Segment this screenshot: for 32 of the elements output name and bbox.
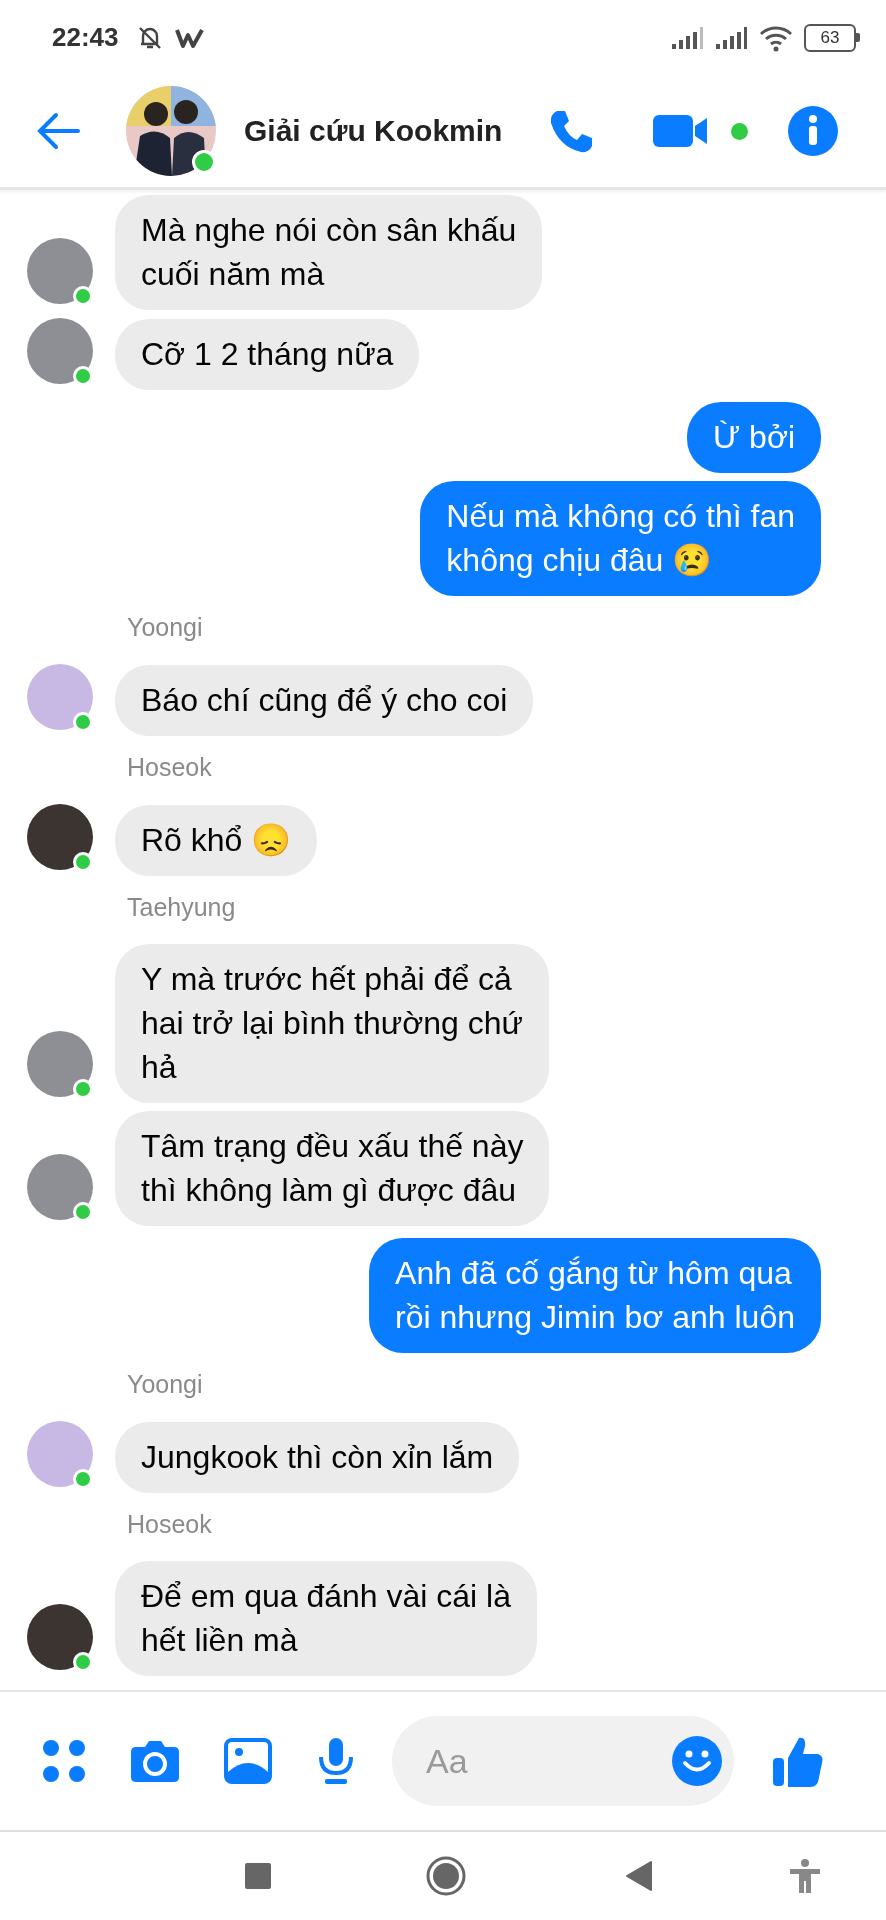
sender-name: Taehyung xyxy=(127,892,237,923)
camera-icon[interactable] xyxy=(130,1739,180,1783)
info-icon[interactable] xyxy=(788,106,838,156)
sender-name: Hoseok xyxy=(127,1509,213,1540)
message-bubble[interactable]: Cỡ 1 2 tháng nữa xyxy=(115,319,420,390)
sender-name: Hoseok xyxy=(127,752,213,783)
message-bubble[interactable]: Anh đã cố gắng từ hôm qua rồi nhưng Jimin bơ anh luôn xyxy=(369,1238,821,1353)
message-bubble[interactable]: Jungkook thì còn xỉn lắm xyxy=(115,1422,520,1493)
menu-dots-icon[interactable] xyxy=(42,1739,86,1783)
message-bubble[interactable]: Tâm trạng đều xấu thế này thì không làm gì được đâu xyxy=(115,1111,550,1226)
back-arrow-icon[interactable] xyxy=(36,111,80,151)
message-bubble[interactable]: Ừ bởi xyxy=(686,402,821,473)
message-field[interactable]: Aa xyxy=(392,1716,734,1806)
message-bubble[interactable]: Để em qua đánh vài cái là hết liền mà xyxy=(115,1561,537,1676)
accessibility-icon[interactable] xyxy=(790,1859,820,1893)
message-bubble[interactable]: Nếu mà không có thì fan không chịu đâu 😢 xyxy=(420,481,821,596)
message-bubble[interactable]: Rõ khổ 😞 xyxy=(115,805,318,876)
message-bubble[interactable]: Mà nghe nói còn sân khấu cuối năm mà xyxy=(115,195,543,310)
online-dot xyxy=(731,122,748,140)
sender-name: Yoongi xyxy=(127,612,204,643)
chat-title[interactable]: Giải cứu Kookmin xyxy=(244,114,503,148)
message-bubble[interactable]: Y mà trước hết phải để cả hai trở lại bình thường chứ hả xyxy=(115,944,549,1103)
microphone-icon[interactable] xyxy=(316,1737,356,1785)
sender-name: Yoongi xyxy=(127,1369,204,1400)
emoji-icon[interactable] xyxy=(672,1736,722,1786)
message-bubble[interactable]: Báo chí cũng để ý cho coi xyxy=(115,665,534,736)
image-icon[interactable] xyxy=(224,1738,272,1784)
back-icon[interactable] xyxy=(626,1861,652,1891)
home-icon[interactable] xyxy=(426,1856,466,1896)
signal-icon xyxy=(670,24,704,51)
status-time: 22:43 xyxy=(52,22,119,53)
signal-icon xyxy=(714,24,748,51)
